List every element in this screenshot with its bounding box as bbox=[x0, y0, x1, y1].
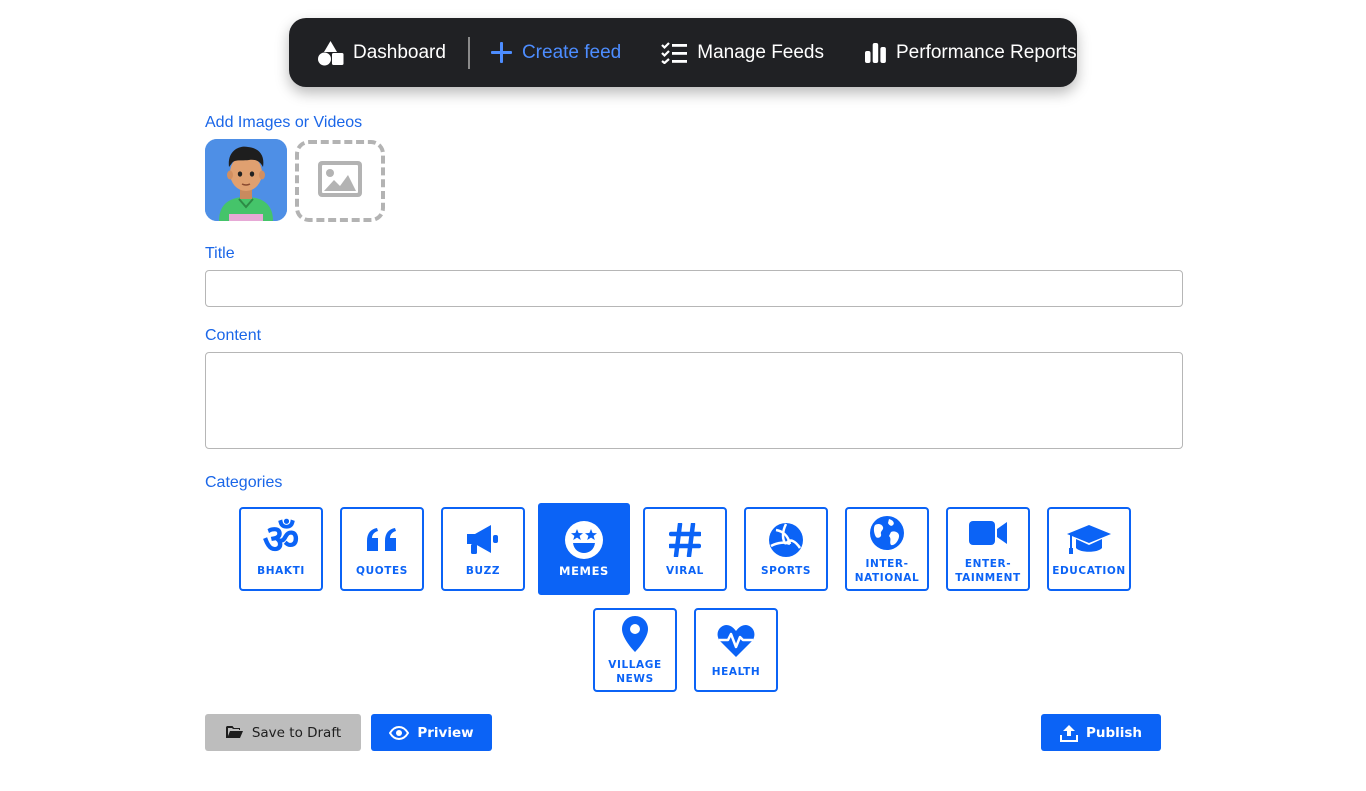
category-label: BUZZ bbox=[465, 565, 501, 577]
category-label: ENTER- TAINMENT bbox=[955, 558, 1021, 584]
nav-manage-feeds[interactable]: Manage Feeds bbox=[661, 42, 824, 64]
om-icon: ॐ bbox=[262, 517, 300, 563]
category-quotes[interactable]: QUOTES bbox=[340, 507, 424, 591]
nav-dashboard[interactable]: Dashboard bbox=[317, 40, 446, 66]
map-pin-icon bbox=[621, 614, 649, 654]
category-label: INTER- NATIONAL bbox=[854, 558, 920, 584]
category-health[interactable]: HEALTH bbox=[694, 608, 778, 692]
add-media-button[interactable] bbox=[295, 140, 385, 222]
nav-label: Create feed bbox=[521, 41, 622, 63]
preview-label: Priview bbox=[417, 724, 474, 741]
smile-icon bbox=[564, 520, 604, 560]
globe-icon bbox=[869, 513, 905, 553]
content-input[interactable] bbox=[205, 352, 1183, 449]
publish-button[interactable]: Publish bbox=[1041, 714, 1161, 751]
folder-open-icon bbox=[225, 725, 244, 740]
avatar-image[interactable] bbox=[205, 139, 287, 221]
category-sports[interactable]: SPORTS bbox=[744, 507, 828, 591]
nav-performance-reports[interactable]: Performance Reports bbox=[864, 42, 1077, 64]
categories-label: Categories bbox=[205, 474, 283, 491]
category-label: HEALTH bbox=[711, 666, 761, 678]
top-nav: Dashboard Create feed Manage Feeds Perfo… bbox=[289, 18, 1077, 87]
shapes-icon bbox=[317, 40, 344, 66]
category-label: VIRAL bbox=[666, 565, 704, 577]
video-icon bbox=[968, 513, 1008, 553]
category-label: EDUCATION bbox=[1052, 565, 1126, 577]
content-label: Content bbox=[205, 327, 262, 344]
category-label: SPORTS bbox=[760, 565, 812, 577]
heart-pulse-icon bbox=[716, 621, 756, 661]
quote-icon bbox=[365, 520, 399, 560]
media-label: Add Images or Videos bbox=[205, 114, 363, 131]
plus-icon bbox=[490, 41, 513, 64]
graduation-cap-icon bbox=[1066, 520, 1112, 560]
nav-create-feed[interactable]: Create feed bbox=[490, 41, 621, 64]
category-memes[interactable]: MEMES bbox=[538, 503, 630, 595]
title-label: Title bbox=[205, 245, 235, 262]
category-buzz[interactable]: BUZZ bbox=[441, 507, 525, 591]
save-draft-label: Save to Draft bbox=[251, 724, 342, 741]
upload-icon bbox=[1059, 724, 1078, 742]
publish-label: Publish bbox=[1085, 724, 1143, 741]
category-education[interactable]: EDUCATION bbox=[1047, 507, 1131, 591]
preview-button[interactable]: Priview bbox=[371, 714, 492, 751]
category-label: BHAKTI bbox=[257, 565, 305, 577]
title-input[interactable] bbox=[205, 270, 1183, 307]
category-label: QUOTES bbox=[356, 565, 408, 577]
category-viral[interactable]: VIRAL bbox=[643, 507, 727, 591]
nav-divider bbox=[467, 36, 470, 69]
volleyball-icon bbox=[768, 520, 804, 560]
nav-label: Performance Reports bbox=[896, 41, 1077, 63]
megaphone-icon bbox=[465, 520, 501, 560]
image-placeholder-icon bbox=[317, 160, 363, 203]
category-bhakti[interactable]: ॐ BHAKTI bbox=[239, 507, 323, 591]
category-label: MEMES bbox=[559, 564, 609, 578]
category-label: VILLAGE NEWS bbox=[608, 659, 662, 685]
save-draft-button[interactable]: Save to Draft bbox=[205, 714, 361, 751]
category-international[interactable]: INTER- NATIONAL bbox=[845, 507, 929, 591]
category-village-news[interactable]: VILLAGE NEWS bbox=[593, 608, 677, 692]
category-entertainment[interactable]: ENTER- TAINMENT bbox=[946, 507, 1030, 591]
hashtag-icon bbox=[669, 520, 701, 560]
checklist-icon bbox=[661, 41, 688, 64]
nav-label: Dashboard bbox=[353, 41, 446, 63]
eye-icon bbox=[389, 725, 410, 740]
bar-chart-icon bbox=[864, 42, 887, 64]
nav-label: Manage Feeds bbox=[697, 41, 824, 63]
